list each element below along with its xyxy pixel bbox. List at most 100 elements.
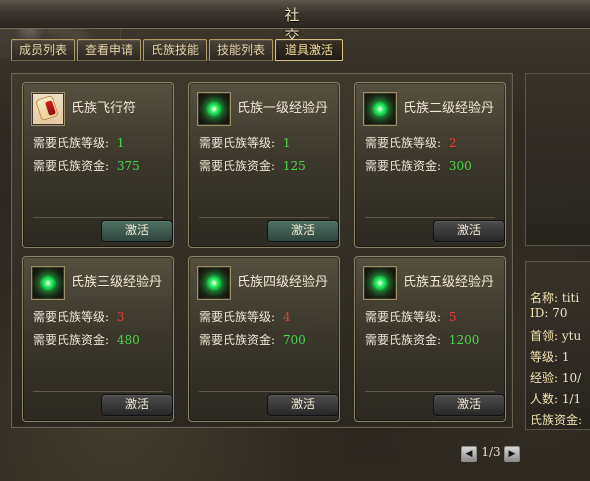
clan-id-value: 70 [552,306,568,320]
required-level-label: 需要氏族等级: [199,136,276,150]
card-divider [199,217,329,218]
activate-button[interactable]: 激活 [101,394,173,416]
window-titlebar: 社 交 [0,0,590,45]
item-card-clan-exp-pill-2: 氏族二级经验丹 需要氏族等级: 2 需要氏族资金: 300 激活 [354,82,506,248]
required-fund-row: 需要氏族资金: 700 [199,331,306,348]
required-fund-value: 700 [282,333,306,347]
clan-id-label: ID: [530,306,549,320]
activate-button[interactable]: 激活 [267,394,339,416]
clan-exp-row: 经验: 10/ [530,369,581,386]
required-level-value: 1 [282,136,291,150]
required-fund-label: 需要氏族资金: [365,159,442,173]
clan-level-row: 等级: 1 [530,348,570,365]
required-fund-row: 需要氏族资金: 125 [199,157,306,174]
clan-name-row: 名称: titi [530,289,579,306]
tab-clan-skills[interactable]: 氏族技能 [143,39,207,61]
required-fund-label: 需要氏族资金: [33,159,110,173]
next-page-button[interactable]: ▶ [504,446,520,462]
green-orb-icon [363,92,397,126]
page-indicator: 1/3 [481,445,501,459]
right-top-panel [525,73,590,246]
required-level-row: 需要氏族等级: 5 [365,308,457,325]
required-fund-value: 125 [282,159,306,173]
item-card-clan-flying-charm: 氏族飞行符 需要氏族等级: 1 需要氏族资金: 375 激活 [22,82,174,248]
required-level-label: 需要氏族等级: [33,136,110,150]
required-level-row: 需要氏族等级: 3 [33,308,125,325]
activate-button[interactable]: 激活 [267,220,339,242]
clan-exp-label: 经验: [530,371,559,385]
card-divider [199,391,329,392]
card-divider [365,391,495,392]
clan-members-label: 人数: [530,392,559,406]
clan-name-label: 名称: [530,291,559,305]
required-level-value: 3 [116,310,125,324]
tab-member-list[interactable]: 成员列表 [11,39,75,61]
card-divider [365,217,495,218]
social-window: 社 交 成员列表 查看申请 氏族技能 技能列表 道具激活 氏族飞行符 需要氏族等… [0,0,590,481]
activate-button[interactable]: 激活 [101,220,173,242]
activate-button[interactable]: 激活 [433,220,505,242]
item-card-clan-exp-pill-4: 氏族四级经验丹 需要氏族等级: 4 需要氏族资金: 700 激活 [188,256,340,422]
clan-level-value: 1 [561,350,570,364]
required-level-row: 需要氏族等级: 2 [365,134,457,151]
item-name: 氏族二级经验丹 [403,101,495,116]
clan-fund-row: 氏族资金: [530,411,582,428]
green-orb-icon [31,266,65,300]
item-name: 氏族一级经验丹 [237,101,329,116]
green-orb-icon [363,266,397,300]
clan-name-value: titi [561,291,580,305]
clan-info-panel: 名称: titi ID: 70 首领: ytu 等级: 1 经验: 10/ 人数… [525,261,590,430]
required-fund-value: 300 [448,159,472,173]
required-fund-value: 480 [116,333,140,347]
tab-skill-list[interactable]: 技能列表 [209,39,273,61]
clan-level-label: 等级: [530,350,559,364]
scroll-icon [31,92,65,126]
clan-leader-row: 首领: ytu [530,327,581,344]
required-fund-label: 需要氏族资金: [199,159,276,173]
clan-exp-value: 10/ [561,371,582,385]
required-fund-label: 需要氏族资金: [365,333,442,347]
clan-leader-label: 首领: [530,329,559,343]
item-card-clan-exp-pill-1: 氏族一级经验丹 需要氏族等级: 1 需要氏族资金: 125 激活 [188,82,340,248]
clan-id-row: ID: 70 [530,306,568,320]
clan-leader-value: ytu [561,329,582,343]
green-orb-icon [197,266,231,300]
required-level-row: 需要氏族等级: 1 [33,134,125,151]
tab-view-applications[interactable]: 查看申请 [77,39,141,61]
required-fund-value: 375 [116,159,140,173]
item-name: 氏族五级经验丹 [403,275,495,290]
required-level-value: 4 [282,310,291,324]
required-level-value: 2 [448,136,457,150]
required-fund-label: 需要氏族资金: [199,333,276,347]
item-name: 氏族飞行符 [71,101,137,116]
required-level-row: 需要氏族等级: 1 [199,134,291,151]
activate-button[interactable]: 激活 [433,394,505,416]
item-name: 氏族四级经验丹 [237,275,329,290]
required-level-row: 需要氏族等级: 4 [199,308,291,325]
required-level-label: 需要氏族等级: [199,310,276,324]
item-card-clan-exp-pill-3: 氏族三级经验丹 需要氏族等级: 3 需要氏族资金: 480 激活 [22,256,174,422]
required-level-label: 需要氏族等级: [365,136,442,150]
card-divider [33,391,163,392]
required-level-value: 5 [448,310,457,324]
required-fund-row: 需要氏族资金: 300 [365,157,472,174]
required-level-label: 需要氏族等级: [365,310,442,324]
pagination: ◀ 1/3 ▶ [461,445,521,463]
required-fund-row: 需要氏族资金: 480 [33,331,140,348]
green-orb-icon [197,92,231,126]
required-level-value: 1 [116,136,125,150]
clan-members-row: 人数: 1/1 [530,390,581,407]
card-divider [33,217,163,218]
clan-fund-label: 氏族资金: [530,413,583,427]
required-level-label: 需要氏族等级: [33,310,110,324]
tab-item-activation[interactable]: 道具激活 [275,39,343,61]
item-name: 氏族三级经验丹 [71,275,163,290]
item-activation-panel: 氏族飞行符 需要氏族等级: 1 需要氏族资金: 375 激活 氏族一级经验丹 需… [11,73,513,428]
clan-members-value: 1/1 [561,392,582,406]
required-fund-row: 需要氏族资金: 375 [33,157,140,174]
required-fund-row: 需要氏族资金: 1200 [365,331,479,348]
prev-page-button[interactable]: ◀ [461,446,477,462]
item-card-clan-exp-pill-5: 氏族五级经验丹 需要氏族等级: 5 需要氏族资金: 1200 激活 [354,256,506,422]
required-fund-value: 1200 [448,333,480,347]
required-fund-label: 需要氏族资金: [33,333,110,347]
